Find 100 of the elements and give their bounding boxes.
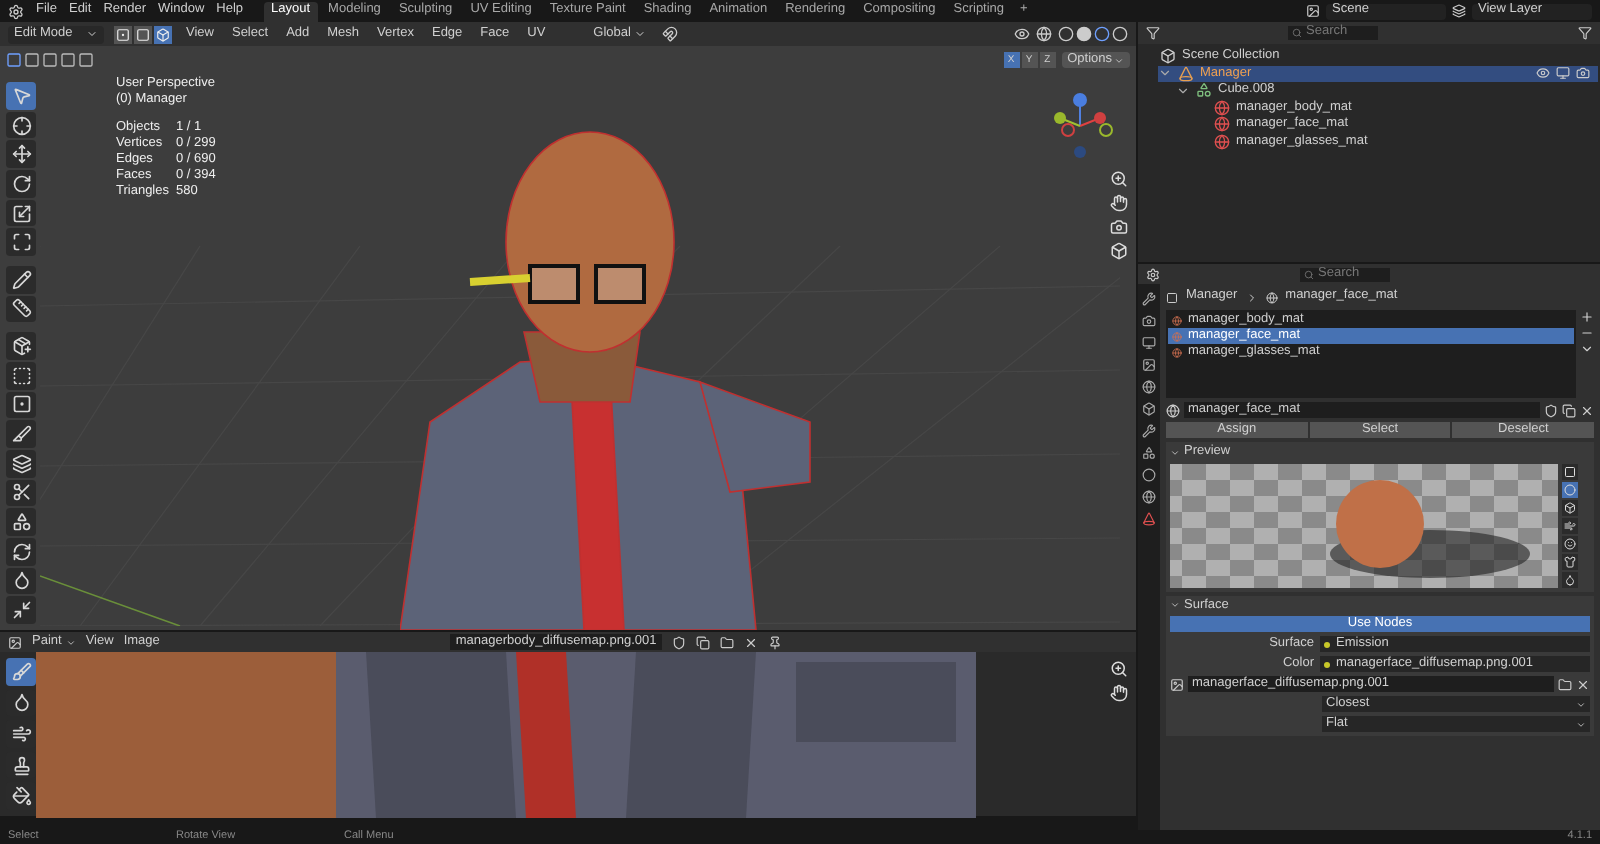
editor-type-icon[interactable] xyxy=(8,635,22,649)
fake-user-icon[interactable] xyxy=(1544,403,1558,417)
transform-tool-button[interactable] xyxy=(6,228,36,257)
visibility-icon[interactable] xyxy=(1536,66,1550,81)
properties-tab-icon[interactable] xyxy=(1142,380,1156,394)
plane-preview-button[interactable] xyxy=(1562,463,1578,479)
plane-shape-icon xyxy=(1564,465,1576,477)
render-icon[interactable] xyxy=(1576,66,1590,81)
close-icon[interactable] xyxy=(1576,677,1590,691)
move-tool-icon xyxy=(11,144,31,165)
draw-tool-icon xyxy=(11,661,31,682)
collection-icon xyxy=(1160,48,1176,65)
vertex-select-mode-button[interactable] xyxy=(114,25,132,43)
annotate-tool-icon xyxy=(11,269,31,290)
add-tool-button[interactable] xyxy=(6,332,36,360)
viewport-icon[interactable] xyxy=(1556,66,1570,81)
folder-icon[interactable] xyxy=(1558,677,1572,691)
mesh-icon xyxy=(1196,82,1212,99)
folder-icon[interactable] xyxy=(720,635,735,649)
cloth-preview-button[interactable] xyxy=(1562,553,1578,569)
properties-tab-icon[interactable] xyxy=(1142,336,1156,350)
caret-icon xyxy=(65,637,76,647)
annotate-tool-button[interactable] xyxy=(6,265,36,294)
sphere-shape-icon xyxy=(1564,483,1576,495)
zoom-icon[interactable] xyxy=(1110,660,1128,678)
material-browse-icon[interactable] xyxy=(1166,403,1180,417)
extrude-tool-button[interactable] xyxy=(6,361,36,390)
properties-tab-icon[interactable] xyxy=(1142,490,1156,504)
pan-hand-icon[interactable] xyxy=(1110,684,1128,702)
edge-select-mode-button[interactable] xyxy=(134,25,152,43)
cube-shape-icon xyxy=(1564,501,1576,513)
cube-preview-button[interactable] xyxy=(1562,499,1578,515)
measure-tool-button[interactable] xyxy=(6,295,36,323)
properties-tab-icon[interactable] xyxy=(1142,446,1156,460)
vertex-mode-icon xyxy=(116,27,130,41)
close-icon[interactable] xyxy=(1580,403,1594,417)
add-slot-icon[interactable] xyxy=(1580,310,1594,324)
image-browse-icon[interactable] xyxy=(1170,677,1184,691)
fluid-shape-icon xyxy=(1564,573,1576,585)
pan-hand-icon[interactable] xyxy=(1110,194,1128,212)
sphere-preview-button[interactable] xyxy=(1562,481,1578,497)
material-icon xyxy=(1172,331,1182,341)
display-mode-icon[interactable] xyxy=(1146,26,1160,40)
material-icon xyxy=(1172,347,1182,357)
panel-caret-icon[interactable] xyxy=(1170,447,1180,458)
cursor-tool-button[interactable] xyxy=(6,111,36,139)
material-icon xyxy=(1265,291,1278,303)
knife-tool-button[interactable] xyxy=(6,479,36,507)
rotate-tool-button[interactable] xyxy=(6,170,36,198)
view-layer-icon xyxy=(1452,4,1466,18)
properties-tab-icon[interactable] xyxy=(1142,358,1156,372)
add-tool-icon xyxy=(11,336,31,357)
select-tool-button[interactable] xyxy=(6,82,36,110)
breadcrumb-separator-icon xyxy=(1245,291,1258,303)
duplicate-icon[interactable] xyxy=(696,635,711,649)
editor-type-icon[interactable] xyxy=(1146,267,1160,281)
close-icon[interactable] xyxy=(744,635,759,649)
search-icon xyxy=(1304,269,1314,279)
smooth-tool-button[interactable] xyxy=(6,567,36,595)
snap-icon[interactable] xyxy=(662,26,679,42)
remove-slot-icon[interactable] xyxy=(1580,326,1594,340)
scale-tool-icon xyxy=(11,203,31,224)
caret-icon xyxy=(1114,55,1124,65)
polybuild-tool-button[interactable] xyxy=(6,508,36,536)
transform-tool-icon xyxy=(11,232,31,253)
expand-caret-icon[interactable] xyxy=(1158,66,1172,81)
expand-caret-icon[interactable] xyxy=(1176,83,1190,98)
fill-tool-icon xyxy=(11,786,31,807)
object-icon xyxy=(1166,291,1178,303)
duplicate-icon[interactable] xyxy=(1562,403,1576,417)
camera-icon[interactable] xyxy=(1110,218,1128,236)
scale-tool-button[interactable] xyxy=(6,199,36,227)
properties-tab-icon[interactable] xyxy=(1142,314,1156,328)
draw-tool-button[interactable] xyxy=(6,658,36,686)
fluid-preview-button[interactable] xyxy=(1562,571,1578,587)
spin-tool-button[interactable] xyxy=(6,537,36,566)
pin-icon[interactable] xyxy=(768,635,783,649)
properties-tab-icon[interactable] xyxy=(1142,512,1156,526)
filter-icon[interactable] xyxy=(1578,26,1592,40)
scene-icon xyxy=(1306,4,1320,18)
cloth-shape-icon xyxy=(1564,555,1576,567)
visibility-icon[interactable] xyxy=(1014,26,1030,42)
zoom-icon[interactable] xyxy=(1110,170,1128,188)
properties-tab-icon[interactable] xyxy=(1142,468,1156,482)
properties-tab-icon[interactable] xyxy=(1142,424,1156,438)
menu-caret-icon[interactable] xyxy=(1580,342,1594,356)
loopcut-tool-button[interactable] xyxy=(6,449,36,478)
fake-user-icon[interactable] xyxy=(672,635,687,649)
object-icon xyxy=(1178,65,1194,82)
bevel-tool-button[interactable] xyxy=(6,420,36,448)
properties-tab-icon[interactable] xyxy=(1142,292,1156,306)
move-tool-button[interactable] xyxy=(6,140,36,169)
face-select-mode-button[interactable] xyxy=(154,25,172,43)
properties-tab-icon[interactable] xyxy=(1142,402,1156,416)
shrink-tool-button[interactable] xyxy=(6,596,36,624)
shrink-tool-icon xyxy=(11,600,31,621)
panel-caret-icon[interactable] xyxy=(1170,600,1180,611)
material-icon xyxy=(1172,315,1182,325)
cube-icon[interactable] xyxy=(1110,242,1128,260)
inset-tool-button[interactable] xyxy=(6,391,36,419)
